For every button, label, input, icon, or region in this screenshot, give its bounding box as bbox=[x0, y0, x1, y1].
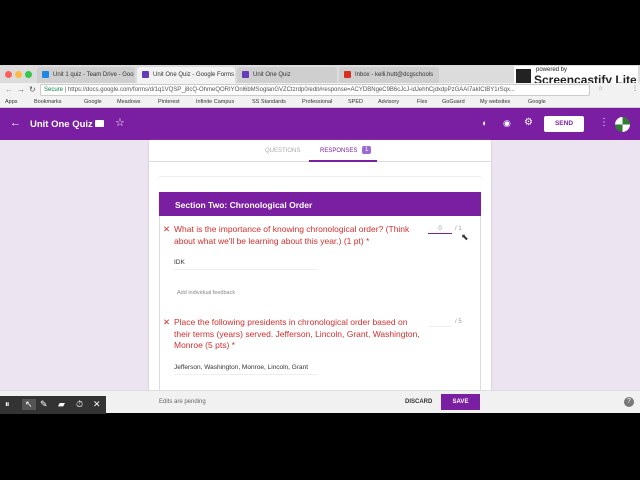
bookmark[interactable]: Google bbox=[528, 99, 546, 105]
bookmark[interactable]: Professional bbox=[302, 99, 332, 105]
bookmark[interactable]: Pinterest bbox=[158, 99, 180, 105]
section-header: Section Two: Chronological Order bbox=[159, 192, 481, 216]
address-bar: ← → ↻ Secure | https://docs.google.com/f… bbox=[0, 83, 640, 97]
max-points: / 5 bbox=[455, 319, 462, 325]
response-answer: IDK bbox=[174, 259, 318, 270]
forms-header: ← Unit One Quiz ☆ ◐ ◉ ⚙ SEND ⋮ bbox=[0, 108, 640, 140]
preview-eye-icon[interactable]: ◉ bbox=[503, 118, 511, 129]
reload-icon[interactable]: ↻ bbox=[29, 85, 36, 94]
close-window-button[interactable] bbox=[5, 71, 12, 78]
bookmark[interactable]: My websites bbox=[480, 99, 510, 105]
forms-icon bbox=[142, 71, 149, 78]
incorrect-x-icon: ✕ bbox=[163, 317, 171, 327]
tab-label: Unit One Quiz - Google Forms bbox=[153, 72, 235, 78]
maximize-window-button[interactable] bbox=[25, 71, 32, 78]
star-icon[interactable]: ☆ bbox=[115, 116, 125, 129]
bookmark[interactable]: Bookmarks bbox=[34, 99, 62, 105]
bookmark[interactable]: Meadows bbox=[117, 99, 141, 105]
bookmark[interactable]: Google bbox=[84, 99, 102, 105]
tab-label: Unit One Quiz bbox=[253, 72, 291, 78]
settings-gear-icon[interactable]: ⚙ bbox=[524, 117, 533, 128]
responses-count-badge: 1 bbox=[362, 146, 372, 154]
browser-tab[interactable]: Unit 1 quiz - Team Drive - Goo bbox=[37, 67, 135, 83]
form-card: QUESTIONS RESPONSES 1 Section Two: Chron… bbox=[149, 140, 491, 390]
tab-label: Inbox - kelli.hutt@dcgschools bbox=[355, 72, 434, 78]
active-tab-indicator bbox=[309, 160, 377, 162]
bookmark[interactable]: Infinite Campus bbox=[196, 99, 234, 105]
back-icon[interactable]: ← bbox=[5, 85, 13, 94]
eraser-tool-icon[interactable]: ▰ bbox=[58, 399, 65, 410]
score-input[interactable]: 0 bbox=[428, 226, 452, 234]
browser-tab-active[interactable]: Unit One Quiz - Google Forms bbox=[137, 67, 235, 83]
tab-questions[interactable]: QUESTIONS bbox=[265, 148, 300, 154]
back-arrow-icon[interactable]: ← bbox=[10, 117, 21, 129]
avatar[interactable] bbox=[615, 117, 630, 132]
tab-responses[interactable]: RESPONSES bbox=[320, 148, 357, 154]
score-input[interactable] bbox=[428, 319, 452, 327]
url-input[interactable]: Secure | https://docs.google.com/forms/d… bbox=[40, 84, 590, 96]
form-tabs: QUESTIONS RESPONSES 1 bbox=[149, 140, 491, 162]
close-icon[interactable]: ✕ bbox=[93, 399, 101, 410]
mouse-cursor-icon: ⬉ bbox=[461, 232, 469, 242]
bookmark[interactable]: Advisory bbox=[378, 99, 399, 105]
more-menu-icon[interactable]: ⋮ bbox=[599, 117, 609, 128]
forms-icon bbox=[242, 71, 249, 78]
pen-tool-icon[interactable]: ✎ bbox=[40, 399, 48, 410]
drive-icon bbox=[42, 71, 49, 78]
discard-button[interactable]: DISCARD bbox=[405, 399, 432, 405]
screencastify-toolbar: ⏸ ↖ ✎ ▰ ⏱ ✕ bbox=[0, 396, 106, 414]
bookmark[interactable]: Apps bbox=[5, 99, 18, 105]
help-icon[interactable]: ? bbox=[624, 397, 634, 407]
bookmarks-bar: Apps Bookmarks Google Meadows Pinterest … bbox=[0, 97, 640, 108]
timer-icon[interactable]: ⏱ bbox=[76, 399, 83, 410]
send-button[interactable]: SEND bbox=[544, 116, 584, 132]
add-feedback-link[interactable]: Add individual feedback bbox=[177, 290, 235, 296]
response-answer: Jefferson, Washington, Monroe, Lincoln, … bbox=[174, 364, 318, 375]
bookmark[interactable]: GoGuard bbox=[442, 99, 465, 105]
browser-tab[interactable]: Inbox - kelli.hutt@dcgschools bbox=[339, 67, 439, 83]
secure-label: Secure bbox=[44, 87, 64, 93]
palette-icon[interactable]: ◐ bbox=[482, 118, 487, 128]
pause-icon[interactable]: ⏸ bbox=[5, 399, 10, 410]
star-icon[interactable]: ☆ bbox=[598, 85, 603, 92]
url-text: https://docs.google.com/forms/d/1q1VQSP_… bbox=[67, 87, 515, 93]
bookmark[interactable]: SS Standards bbox=[252, 99, 286, 105]
divider bbox=[159, 176, 481, 177]
edits-status: Edits are pending bbox=[159, 399, 206, 405]
bookmark[interactable]: Flex bbox=[417, 99, 427, 105]
incorrect-x-icon: ✕ bbox=[163, 224, 171, 234]
bookmark[interactable]: SPED bbox=[348, 99, 363, 105]
gmail-icon bbox=[344, 71, 351, 78]
browser-tab[interactable]: Unit One Quiz bbox=[237, 67, 337, 83]
folder-icon[interactable] bbox=[95, 120, 104, 127]
forward-icon[interactable]: → bbox=[17, 85, 25, 94]
save-button[interactable]: SAVE bbox=[441, 394, 480, 410]
question-text: What is the importance of knowing chrono… bbox=[174, 224, 410, 246]
tab-label: Unit 1 quiz - Team Drive - Goo bbox=[53, 72, 134, 78]
menu-icon[interactable]: ⋮ bbox=[632, 85, 638, 92]
form-title[interactable]: Unit One Quiz bbox=[30, 119, 93, 130]
cursor-tool-icon[interactable]: ↖ bbox=[22, 399, 36, 410]
minimize-window-button[interactable] bbox=[15, 71, 22, 78]
question-text: Place the following presidents in chrono… bbox=[174, 317, 420, 350]
